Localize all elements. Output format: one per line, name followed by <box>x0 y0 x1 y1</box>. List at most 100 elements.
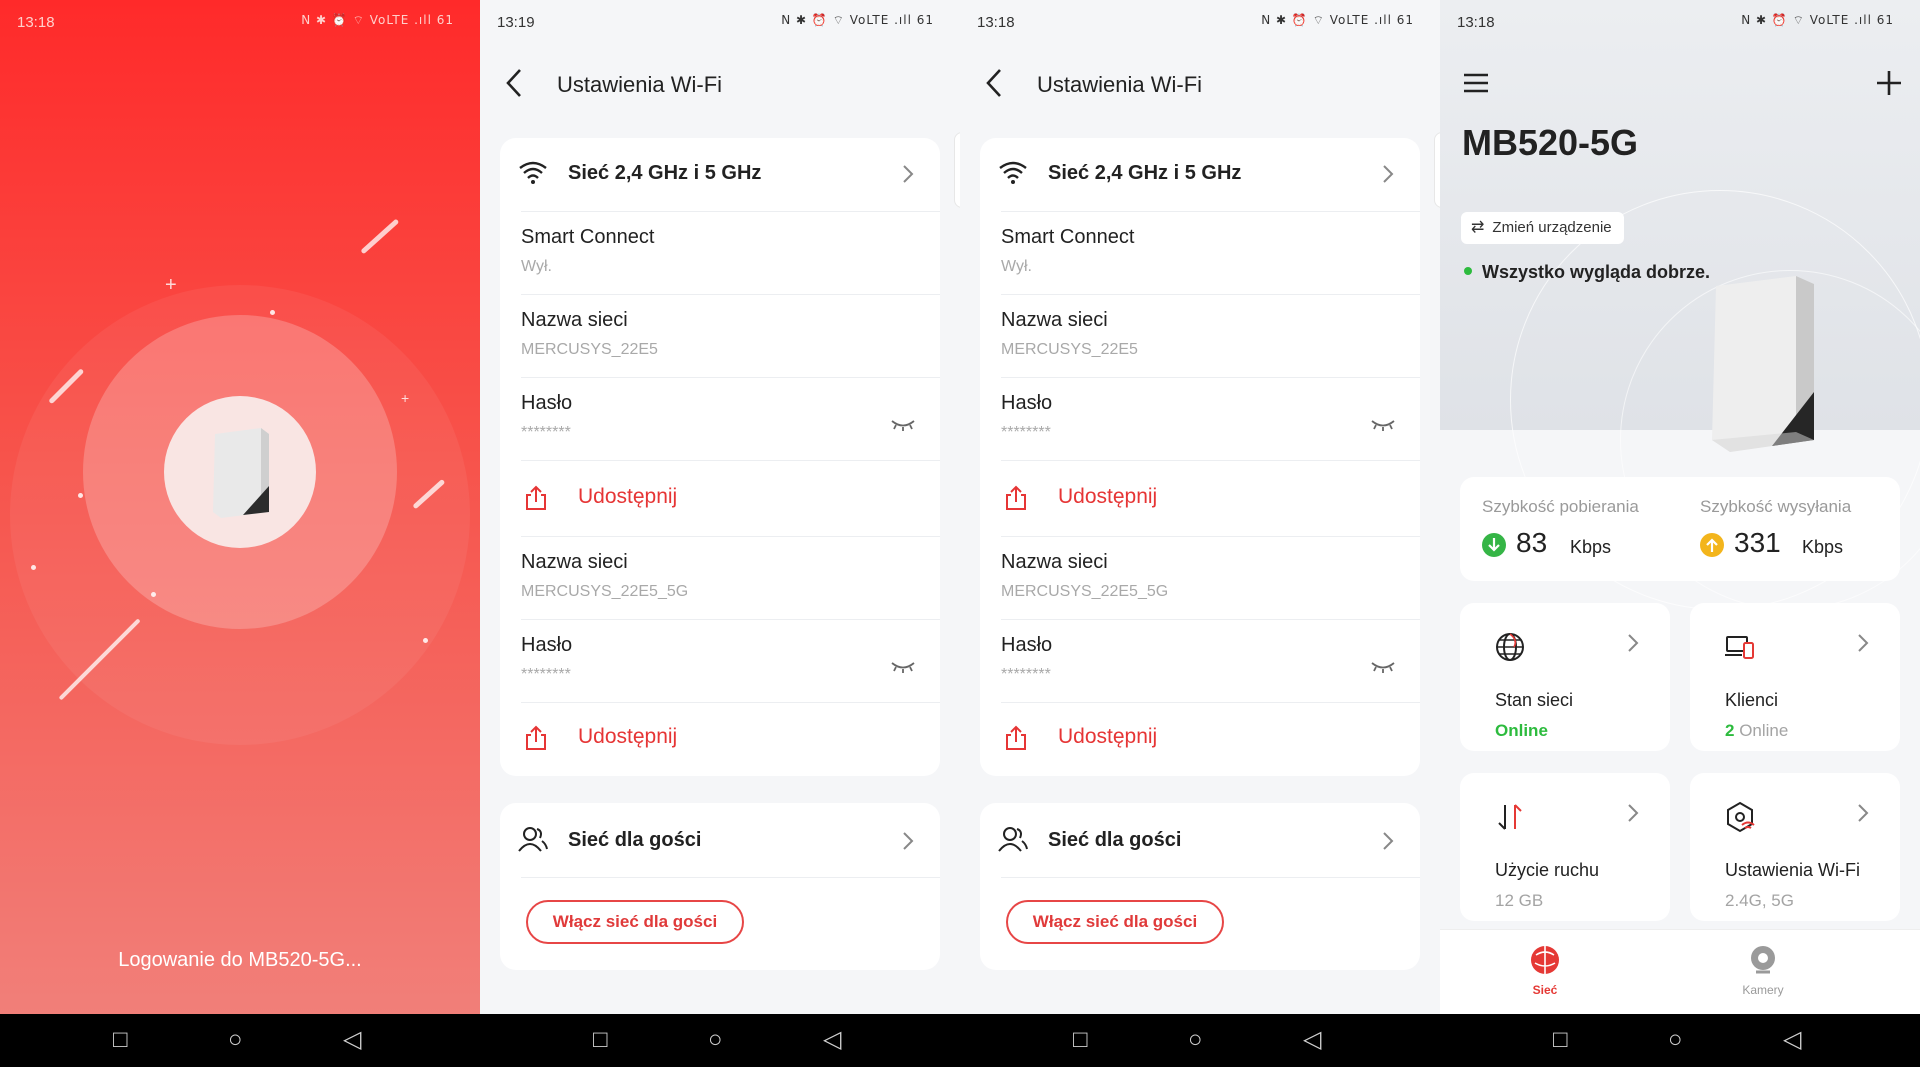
guest-card: Sieć dla gości Włącz sieć dla gości <box>500 803 940 970</box>
chevron-left-icon <box>506 69 521 97</box>
tile-value: 2 Online <box>1725 721 1788 741</box>
wifi-settings-screen: 13:18 N ✱ ⏰ ⌔ VoLTE .ıll 61 Ustawienia W… <box>960 0 1440 1014</box>
ssid-5g-row[interactable]: Nazwa sieci MERCUSYS_22E5_5G <box>980 537 1420 619</box>
eye-closed-icon[interactable] <box>890 660 916 674</box>
download-label: Szybkość pobierania <box>1482 497 1639 516</box>
swap-icon: ⇄ <box>1471 219 1485 236</box>
page-title: Ustawienia Wi-Fi <box>1037 72 1203 97</box>
users-icon <box>998 827 1028 852</box>
status-time: 13:19 <box>497 14 535 31</box>
traffic-icon <box>1498 804 1522 830</box>
clients-tile[interactable]: Klienci 2 Online <box>1690 603 1900 751</box>
ssid-24-row[interactable]: Nazwa sieci MERCUSYS_22E5 <box>980 295 1420 377</box>
upload-value: 331 <box>1734 527 1781 558</box>
home-button[interactable]: ○ <box>1188 1028 1203 1052</box>
network-status-tile[interactable]: Stan sieci Online <box>1460 603 1670 751</box>
bottom-nav: Sieć Kamery <box>1440 929 1920 1014</box>
ssid-24-row[interactable]: Nazwa sieci MERCUSYS_22E5 <box>500 295 940 377</box>
upload-arrow-icon <box>1700 533 1724 557</box>
back-button[interactable] <box>502 66 532 106</box>
recents-button[interactable]: □ <box>593 1028 608 1052</box>
password-label: Hasło <box>1001 634 1053 656</box>
smart-connect-value: Wył. <box>1001 258 1032 275</box>
guest-network-label: Sieć dla gości <box>1048 829 1182 851</box>
status-time: 13:18 <box>977 14 1015 31</box>
guest-network-row[interactable]: Sieć dla gości <box>980 803 1420 877</box>
back-nav-button[interactable]: ◁ <box>1303 1028 1321 1052</box>
download-value: 83 <box>1516 527 1548 558</box>
tab-label: Kamery <box>1742 983 1784 997</box>
home-button[interactable]: ○ <box>708 1028 723 1052</box>
home-button[interactable]: ○ <box>228 1028 243 1052</box>
password-24-row[interactable]: Hasło ******** <box>500 378 940 460</box>
tab-cameras[interactable]: Kamery <box>1718 945 1808 1005</box>
share-5g-button[interactable]: Udostępnij <box>980 703 1420 776</box>
ssid-value: MERCUSYS_22E5 <box>521 341 658 358</box>
enable-guest-button[interactable]: Włącz sieć dla gości <box>526 900 744 944</box>
upload-label: Szybkość wysyłania <box>1700 497 1852 516</box>
status-text: Wszystko wygląda dobrze. <box>1482 262 1711 282</box>
share-5g-button[interactable]: Udostępnij <box>500 703 940 776</box>
password-24-row[interactable]: Hasło ******** <box>980 378 1420 460</box>
tile-label: Klienci <box>1725 690 1779 710</box>
back-nav-button[interactable]: ◁ <box>823 1028 841 1052</box>
ssid-5g-row[interactable]: Nazwa sieci MERCUSYS_22E5_5G <box>500 537 940 619</box>
chevron-right-icon <box>1383 832 1394 850</box>
back-button[interactable] <box>982 66 1012 106</box>
enable-guest-button[interactable]: Włącz sieć dla gości <box>1006 900 1224 944</box>
tile-label: Ustawienia Wi-Fi <box>1725 860 1861 880</box>
back-nav-button[interactable]: ◁ <box>1783 1028 1801 1052</box>
network-header-row[interactable]: Sieć 2,4 GHz i 5 GHz <box>500 138 940 210</box>
status-time: 13:18 <box>1457 14 1495 31</box>
wifi-icon <box>519 161 547 184</box>
chevron-right-icon <box>903 165 914 183</box>
ssid-label: Nazwa sieci <box>1001 309 1108 331</box>
add-icon[interactable] <box>1874 68 1904 98</box>
status-time: 13:18 <box>17 14 55 31</box>
share-icon <box>1006 725 1026 750</box>
eye-closed-icon[interactable] <box>890 418 916 432</box>
password-label: Hasło <box>521 392 573 414</box>
password-5g-row[interactable]: Hasło ******** <box>500 620 940 702</box>
share-24-button[interactable]: Udostępnij <box>500 461 940 536</box>
dashboard-screen: 13:18 N ✱ ⏰ ⌔ VoLTE .ıll 61 MB520-5G ⇄ Zm… <box>1440 0 1920 1014</box>
recents-button[interactable]: □ <box>1553 1028 1568 1052</box>
chevron-right-icon <box>903 832 914 850</box>
password-value: ******** <box>1001 666 1051 683</box>
smart-connect-row[interactable]: Smart Connect Wył. <box>980 212 1420 294</box>
system-navbar: □ ○ ◁ <box>480 1014 960 1067</box>
eye-closed-icon[interactable] <box>1370 660 1396 674</box>
guest-network-label: Sieć dla gości <box>568 829 702 851</box>
menu-icon[interactable] <box>1462 72 1490 94</box>
ssid-label: Nazwa sieci <box>521 551 628 573</box>
share-24-button[interactable]: Udostępnij <box>980 461 1420 536</box>
network-header-row[interactable]: Sieć 2,4 GHz i 5 GHz <box>980 138 1420 210</box>
share-label: Udostępnij <box>578 485 678 508</box>
wifi-settings-tile[interactable]: Ustawienia Wi-Fi 2.4G, 5G <box>1690 773 1900 921</box>
status-dot <box>1464 267 1472 276</box>
login-text: Logowanie do MB520-5G... <box>118 949 362 971</box>
back-nav-button[interactable]: ◁ <box>343 1028 361 1052</box>
recents-button[interactable]: □ <box>113 1028 128 1052</box>
wifi-settings-icon <box>1727 801 1755 833</box>
tab-network[interactable]: Sieć <box>1500 945 1590 1005</box>
smart-connect-row[interactable]: Smart Connect Wył. <box>500 212 940 294</box>
traffic-usage-tile[interactable]: Użycie ruchu 12 GB <box>1460 773 1670 921</box>
home-button[interactable]: ○ <box>1668 1028 1683 1052</box>
password-5g-row[interactable]: Hasło ******** <box>980 620 1420 702</box>
eye-closed-icon[interactable] <box>1370 418 1396 432</box>
tab-label: Sieć <box>1532 983 1558 997</box>
login-screen: 13:18 N ✱ ⏰ ⌔ VoLTE .ıll 61 + + Logowani… <box>0 0 480 1014</box>
share-icon <box>526 485 546 510</box>
system-navbar: □ ○ ◁ <box>960 1014 1440 1067</box>
status-bar: 13:19 N ✱ ⏰ ⌔ VoLTE .ıll 61 <box>480 0 960 42</box>
change-device-button[interactable]: ⇄ Zmień urządzenie <box>1461 212 1624 244</box>
device-name: MB520-5G <box>1462 122 1639 163</box>
recents-button[interactable]: □ <box>1073 1028 1088 1052</box>
guest-network-row[interactable]: Sieć dla gości <box>500 803 940 877</box>
status-bar: 13:18 N ✱ ⏰ ⌔ VoLTE .ıll 61 <box>1440 0 1920 42</box>
ssid-value: MERCUSYS_22E5_5G <box>521 583 689 600</box>
status-icons: N ✱ ⏰ ⌔ VoLTE .ıll 61 <box>1741 13 1894 27</box>
speed-card: Szybkość pobierania 83 Kbps Szybkość wys… <box>1460 477 1900 581</box>
camera-tab-icon <box>1751 946 1775 974</box>
